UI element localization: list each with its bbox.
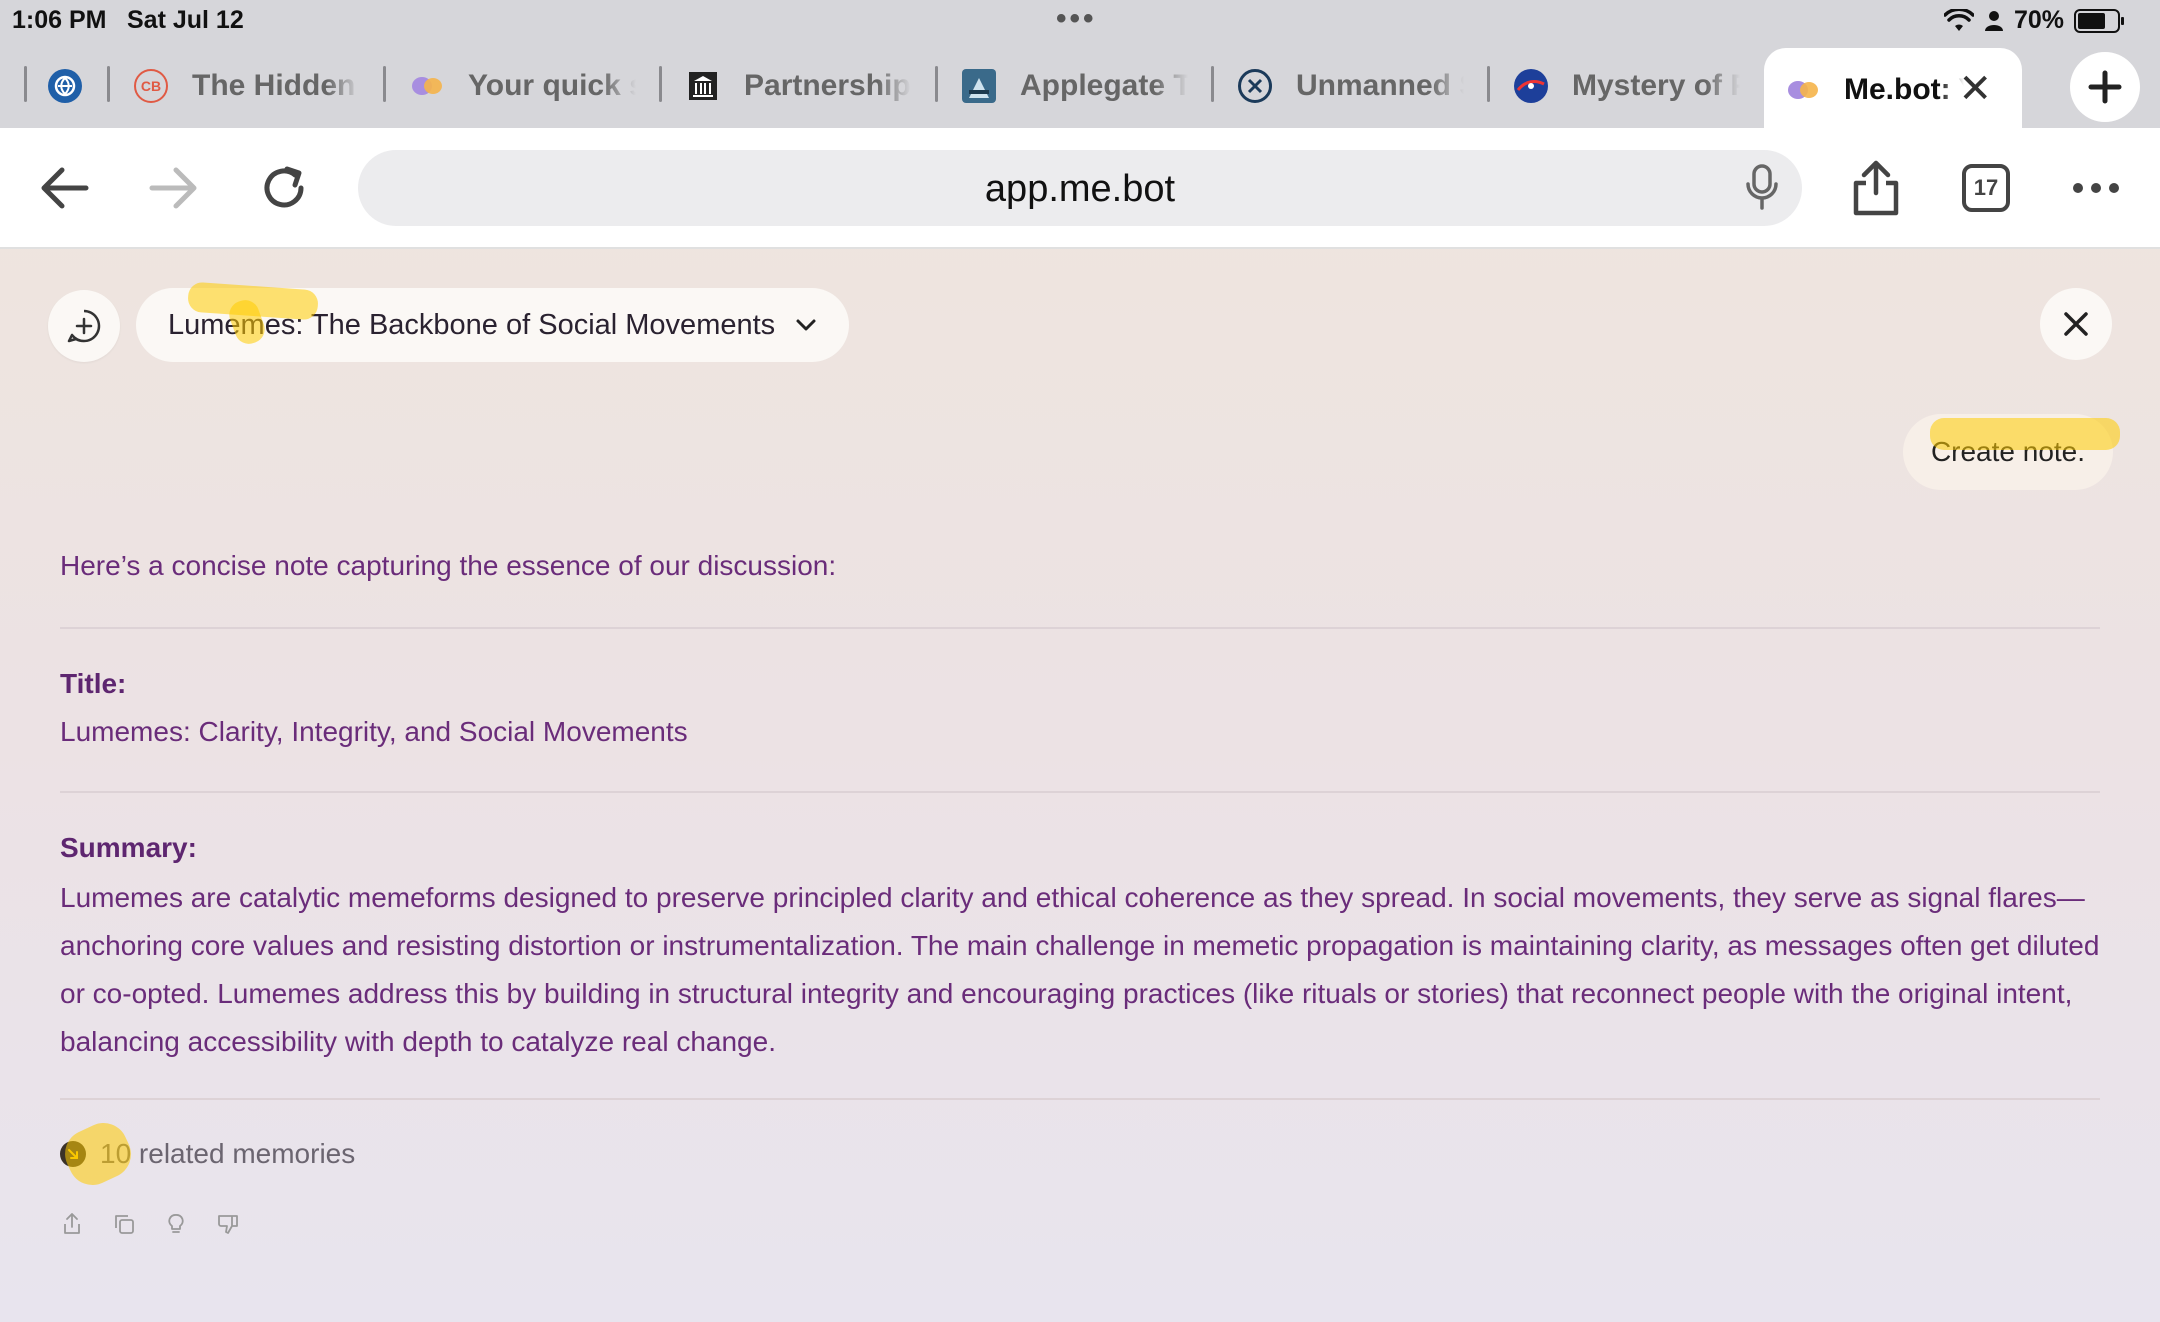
cb-badge-icon: CB — [134, 69, 168, 103]
tab-label: Me.bot: Y — [1844, 73, 1964, 106]
divider — [60, 1098, 2100, 1100]
chevron-down-icon — [796, 319, 816, 331]
memories-label: related memories — [131, 1138, 356, 1169]
tab-label: The Hidden I — [192, 69, 360, 102]
tab-5[interactable]: Unmanned S — [1238, 50, 1464, 122]
lightbulb-icon[interactable] — [164, 1212, 188, 1236]
tab-label: Partnership — [744, 69, 911, 102]
tab-separator — [24, 66, 27, 102]
close-icon — [2064, 312, 2088, 336]
status-time: 1:06 PM — [12, 6, 107, 34]
tab-count: 17 — [1962, 164, 2010, 212]
new-chat-button[interactable] — [48, 290, 120, 362]
plus-icon — [2088, 70, 2122, 104]
tab-7-active[interactable]: Me.bot: Y ✕ — [1764, 48, 2022, 132]
arrow-left-icon — [41, 167, 89, 209]
nasa-logo-icon — [1514, 69, 1548, 103]
tab-separator — [1487, 66, 1490, 102]
tab-3[interactable]: Partnership — [686, 50, 912, 122]
message-actions — [60, 1212, 240, 1236]
arrow-right-icon — [149, 167, 197, 209]
reload-icon — [264, 166, 304, 208]
mebot-logo-icon — [1786, 73, 1820, 107]
tab-overview-button[interactable]: 17 — [1954, 156, 2018, 220]
close-panel-button[interactable] — [2040, 288, 2112, 360]
wifi-icon — [1943, 8, 1974, 31]
browser-toolbar: app.me.bot 17 — [0, 128, 2160, 249]
assistant-intro: Here’s a concise note capturing the esse… — [60, 550, 837, 581]
more-menu-button[interactable] — [2064, 156, 2128, 220]
close-tab-icon[interactable]: ✕ — [1958, 66, 1992, 112]
back-button[interactable] — [32, 156, 96, 220]
share-button[interactable] — [1844, 156, 1908, 220]
tab-label: Your quick s — [468, 69, 636, 102]
tab-2[interactable]: Your quick s — [410, 50, 636, 122]
tab-separator — [1211, 66, 1214, 102]
microphone-icon[interactable] — [1744, 162, 1780, 212]
tab-label: Unmanned S — [1296, 69, 1464, 102]
note-summary-label: Summary: — [60, 832, 197, 863]
status-indicators: 70% — [1943, 6, 2124, 35]
more-horizontal-icon — [2073, 183, 2119, 193]
tab-separator — [107, 66, 110, 102]
tab-6[interactable]: Mystery of P — [1514, 50, 1740, 122]
divider — [60, 791, 2100, 793]
compass-icon — [1238, 69, 1272, 103]
forward-button[interactable] — [142, 156, 206, 220]
url-text[interactable]: app.me.bot — [358, 168, 1802, 211]
globe-shield-icon — [48, 69, 82, 103]
conversation-topic: Lumemes: The Backbone of Social Movement… — [168, 308, 776, 341]
chat-plus-icon — [67, 309, 101, 343]
user-message-text: Create note. — [1930, 436, 2086, 467]
conversation-topic-dropdown[interactable]: Lumemes: The Backbone of Social Movement… — [136, 288, 849, 362]
multitasking-dots-icon[interactable]: ••• — [1056, 2, 1097, 36]
status-bar: 1:06 PM Sat Jul 12 ••• 70% — [0, 0, 2160, 40]
tab-4[interactable]: Applegate Ti — [962, 50, 1188, 122]
browser-chrome: 1:06 PM Sat Jul 12 ••• 70% CB The Hidden… — [0, 0, 2160, 249]
thumbs-down-icon[interactable] — [216, 1212, 240, 1236]
note-title-label: Title: — [60, 668, 127, 699]
tab-separator — [935, 66, 938, 102]
address-bar[interactable]: app.me.bot — [358, 150, 1802, 226]
battery-icon — [2074, 8, 2124, 33]
mebot-logo-icon — [410, 69, 444, 103]
status-date: Sat Jul 12 — [127, 6, 244, 34]
user-message-bubble: Create note. — [1903, 414, 2113, 490]
share-icon — [1853, 160, 1899, 216]
note-summary-text: Lumemes are catalytic memeforms designed… — [60, 882, 2100, 1057]
note-title-value: Lumemes: Clarity, Integrity, and Social … — [60, 716, 688, 747]
tab-separator — [659, 66, 662, 102]
copy-icon[interactable] — [112, 1212, 136, 1236]
tab-label: Applegate Ti — [1020, 69, 1188, 102]
tab-1[interactable]: CB The Hidden I — [134, 50, 360, 122]
building-icon — [686, 69, 720, 103]
battery-percent: 70% — [2013, 6, 2064, 34]
memories-count: 10 — [100, 1138, 132, 1169]
tab-0[interactable] — [48, 50, 88, 122]
new-tab-button[interactable] — [2070, 52, 2140, 122]
person-icon — [1984, 10, 2003, 31]
tab-bar: CB The Hidden I Your quick s Partnership… — [0, 44, 2160, 132]
memory-arrow-icon — [60, 1141, 86, 1167]
reload-button[interactable] — [252, 156, 316, 220]
related-memories-link[interactable]: 10 related memories — [60, 1138, 355, 1170]
battery-fill — [2078, 12, 2105, 29]
divider — [60, 627, 2100, 629]
share-icon[interactable] — [60, 1212, 84, 1236]
tab-separator — [383, 66, 386, 102]
tab-label: Mystery of P — [1572, 69, 1740, 102]
trail-badge-icon — [962, 69, 996, 103]
